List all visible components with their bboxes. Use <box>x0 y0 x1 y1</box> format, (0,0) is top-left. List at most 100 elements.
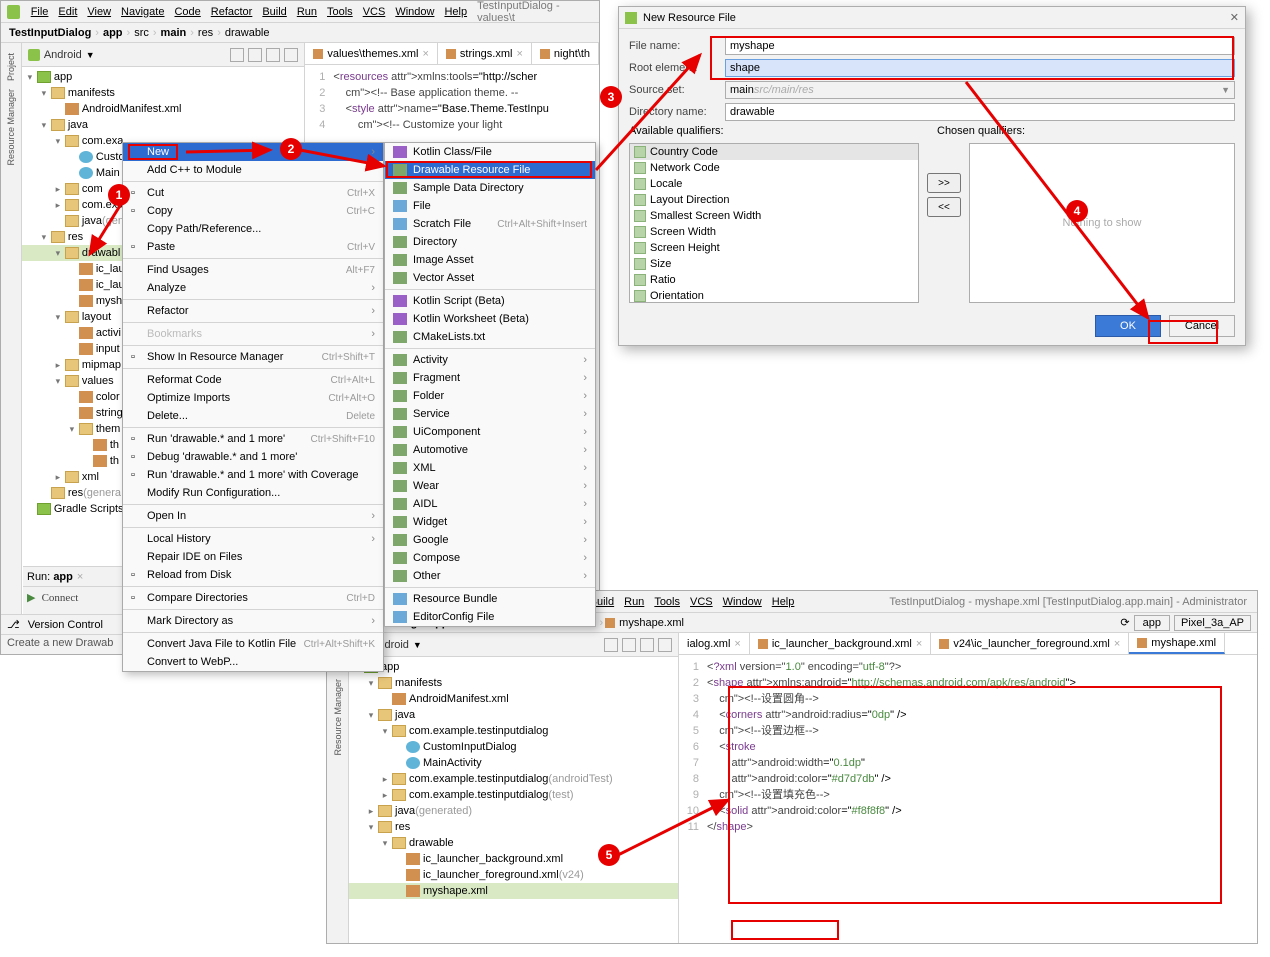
submenu-item[interactable]: UiComponent› <box>385 423 595 441</box>
pane-view[interactable]: Android <box>44 49 82 61</box>
crumb[interactable]: TestInputDialog <box>7 27 93 39</box>
qualifier-item[interactable]: Ratio <box>630 272 918 288</box>
qualifier-item[interactable]: Screen Height <box>630 240 918 256</box>
rail-project[interactable]: Project <box>6 49 16 85</box>
menu-run[interactable]: Run <box>292 6 322 18</box>
submenu-item[interactable]: Kotlin Class/File <box>385 143 595 161</box>
menu-tools[interactable]: Tools <box>322 6 358 18</box>
context-item[interactable]: Delete...Delete <box>123 407 383 425</box>
remove-qualifier-button[interactable]: << <box>927 197 961 217</box>
menu-run[interactable]: Run <box>619 596 649 608</box>
context-item[interactable]: Copy Path/Reference... <box>123 220 383 238</box>
tree-row[interactable]: ▾app <box>22 69 305 85</box>
available-qualifiers-list[interactable]: Country CodeNetwork CodeLocaleLayout Dir… <box>629 143 919 303</box>
context-item[interactable]: Repair IDE on Files <box>123 548 383 566</box>
branch-icon[interactable]: ⎇ <box>7 618 20 631</box>
expand-icon[interactable] <box>640 638 654 652</box>
chosen-qualifiers-list[interactable]: Nothing to show <box>969 143 1235 303</box>
run-config[interactable]: app <box>53 571 73 583</box>
context-item[interactable]: Analyze <box>123 279 383 297</box>
submenu-item[interactable]: Folder› <box>385 387 595 405</box>
submenu-item[interactable]: Fragment› <box>385 369 595 387</box>
tab[interactable]: strings.xml× <box>438 43 532 64</box>
close-icon[interactable]: × <box>77 571 83 583</box>
tree-row[interactable]: ic_launcher_background.xml <box>349 851 678 867</box>
tree-row[interactable]: CustomInputDialog <box>349 739 678 755</box>
submenu-item[interactable]: Service› <box>385 405 595 423</box>
sync-icon[interactable]: ⟳ <box>1120 616 1129 629</box>
qualifier-item[interactable]: Orientation <box>630 288 918 303</box>
play-icon[interactable]: ▶ <box>27 591 35 604</box>
submenu-item[interactable]: Kotlin Worksheet (Beta) <box>385 310 595 328</box>
cancel-button[interactable]: Cancel <box>1169 315 1235 337</box>
device-selector[interactable]: Pixel_3a_AP <box>1174 615 1251 631</box>
context-item[interactable]: Reformat CodeCtrl+Alt+L <box>123 371 383 389</box>
submenu-item[interactable]: Other› <box>385 567 595 585</box>
tree-row[interactable]: AndroidManifest.xml <box>349 691 678 707</box>
tree-row[interactable]: ▸com.example.testinputdialog (androidTes… <box>349 771 678 787</box>
context-item[interactable]: New <box>123 143 383 161</box>
tree-row[interactable]: myshape.xml <box>349 883 678 899</box>
rail-resource-manager[interactable]: Resource Manager <box>6 85 16 170</box>
gear-icon[interactable] <box>604 638 618 652</box>
tree-row[interactable]: ▾com.example.testinputdialog <box>349 723 678 739</box>
crumb[interactable]: app <box>101 27 125 39</box>
context-item[interactable]: ▫PasteCtrl+V <box>123 238 383 256</box>
close-icon[interactable]: × <box>1114 638 1120 650</box>
menu-vcs[interactable]: VCS <box>358 6 391 18</box>
close-icon[interactable]: × <box>916 638 922 650</box>
tree-row[interactable]: ▾app <box>349 659 678 675</box>
close-icon[interactable]: ✕ <box>1230 11 1239 24</box>
submenu-item[interactable]: Activity› <box>385 351 595 369</box>
source-set-select[interactable]: main src/main/res▼ <box>725 81 1235 99</box>
menu-build[interactable]: Build <box>257 6 291 18</box>
submenu-item[interactable]: AIDL› <box>385 495 595 513</box>
crumb[interactable]: src <box>132 27 151 39</box>
hide-icon[interactable] <box>284 48 298 62</box>
context-item[interactable]: Mark Directory as <box>123 612 383 630</box>
context-item[interactable]: Open In <box>123 507 383 525</box>
submenu-item[interactable]: Image Asset <box>385 251 595 269</box>
context-item[interactable]: ▫CutCtrl+X <box>123 184 383 202</box>
menu-navigate[interactable]: Navigate <box>116 6 169 18</box>
qualifier-item[interactable]: Layout Direction <box>630 192 918 208</box>
menu-file[interactable]: File <box>26 6 54 18</box>
context-item[interactable]: ▫CopyCtrl+C <box>123 202 383 220</box>
context-item[interactable]: Local History <box>123 530 383 548</box>
tab[interactable]: values\themes.xml× <box>305 43 438 64</box>
context-item[interactable]: ▫Run 'drawable.* and 1 more'Ctrl+Shift+F… <box>123 430 383 448</box>
tree-row[interactable]: ▸com.example.testinputdialog (test) <box>349 787 678 803</box>
menu-window[interactable]: Window <box>718 596 767 608</box>
context-item[interactable]: ▫Compare DirectoriesCtrl+D <box>123 589 383 607</box>
context-item[interactable]: Optimize ImportsCtrl+Alt+O <box>123 389 383 407</box>
submenu-item[interactable]: Drawable Resource File <box>385 161 595 179</box>
context-item[interactable]: Modify Run Configuration... <box>123 484 383 502</box>
code-editor[interactable]: 1<resources attr">xmlns:tools="http://sc… <box>305 65 599 137</box>
crumb[interactable]: res <box>196 27 215 39</box>
crumb[interactable]: myshape.xml <box>617 617 686 629</box>
tree-row[interactable]: ▾manifests <box>22 85 305 101</box>
new-submenu[interactable]: Kotlin Class/FileDrawable Resource File S… <box>384 142 596 627</box>
context-item[interactable]: ▫Debug 'drawable.* and 1 more' <box>123 448 383 466</box>
tab[interactable]: ic_launcher_background.xml× <box>750 633 931 654</box>
context-item[interactable]: Find UsagesAlt+F7 <box>123 261 383 279</box>
hide-icon[interactable] <box>658 638 672 652</box>
app-selector[interactable]: app <box>1134 615 1170 631</box>
qualifier-item[interactable]: Screen Width <box>630 224 918 240</box>
directory-input[interactable] <box>725 103 1235 121</box>
menu-help[interactable]: Help <box>767 596 800 608</box>
tab[interactable]: night\th <box>532 43 599 64</box>
tree-row[interactable]: AndroidManifest.xml <box>22 101 305 117</box>
tab-active[interactable]: myshape.xml <box>1129 633 1225 654</box>
submenu-item[interactable]: EditorConfig File <box>385 608 595 626</box>
gear-icon[interactable] <box>230 48 244 62</box>
menu-tools[interactable]: Tools <box>649 596 685 608</box>
context-item[interactable]: ▫Show In Resource ManagerCtrl+Shift+T <box>123 348 383 366</box>
context-item[interactable]: ▫Run 'drawable.* and 1 more' with Covera… <box>123 466 383 484</box>
tree-row[interactable]: ic_launcher_foreground.xml (v24) <box>349 867 678 883</box>
submenu-item[interactable]: Kotlin Script (Beta) <box>385 292 595 310</box>
submenu-item[interactable]: Compose› <box>385 549 595 567</box>
submenu-item[interactable]: File <box>385 197 595 215</box>
submenu-item[interactable]: XML› <box>385 459 595 477</box>
tree-row[interactable]: ▾java <box>22 117 305 133</box>
